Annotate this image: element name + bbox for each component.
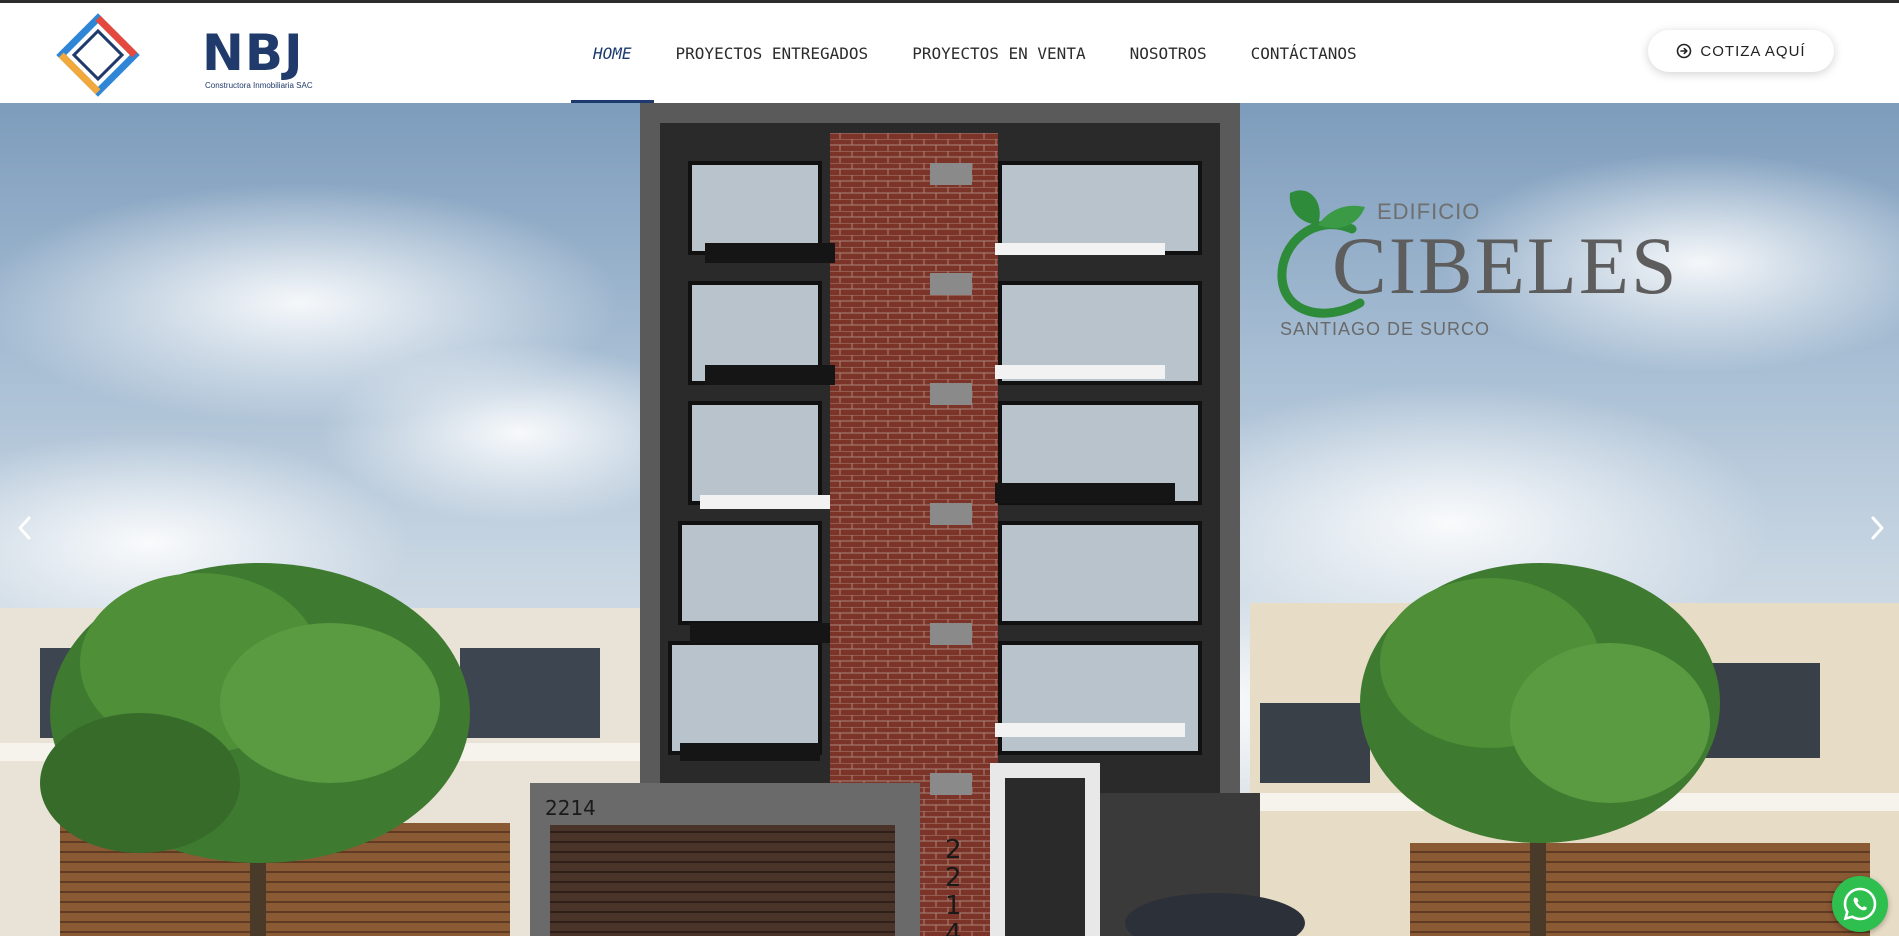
nav-nosotros[interactable]: NOSOTROS [1108,3,1229,103]
chevron-left-icon [18,516,31,540]
brand-name-text: CIBELES [1332,220,1679,311]
building-number-vertical-digit: 2 [945,863,962,893]
building-number-vertical-digit: 1 [945,891,962,921]
slider-next-button[interactable] [1862,508,1892,548]
building-number-vertical-digit: 4 [945,919,962,936]
nav-contactanos[interactable]: CONTÁCTANOS [1229,3,1379,103]
nav-home[interactable]: HOME [571,3,654,103]
slider-prev-button[interactable] [10,508,40,548]
logo-tagline: Constructora Inmobiliaria SAC [205,81,313,90]
site-header: NBJ Constructora Inmobiliaria SAC HOME P… [0,3,1899,103]
nav-proyectos-en-venta[interactable]: PROYECTOS EN VENTA [890,3,1107,103]
cibeles-brand: EDIFICIO CIBELES SANTIAGO DE SURCO [1270,173,1677,343]
brand-name: CIBELES [1332,225,1679,307]
main-nav: HOME PROYECTOS ENTREGADOS PROYECTOS EN V… [571,3,1379,103]
brand-district: SANTIAGO DE SURCO [1280,319,1491,339]
cotiza-button-label: COTIZA AQUÍ [1700,42,1806,60]
nbj-logo[interactable]: NBJ Constructora Inmobiliaria SAC [56,13,313,97]
chevron-right-icon [1871,516,1884,540]
nav-proyectos-entregados[interactable]: PROYECTOS ENTREGADOS [654,3,891,103]
circle-arrow-right-icon [1677,43,1692,59]
nbj-logo-mark [56,13,140,97]
building-number-left: 2214 [545,796,596,820]
logo-wordmark: NBJ [202,24,304,82]
cotiza-button[interactable]: COTIZA AQUÍ [1648,30,1834,72]
whatsapp-icon [1843,887,1877,921]
building-number-vertical-digit: 2 [945,835,962,865]
hero-slider: 2214 2214 EDIFICIO CIBELES SANTIAGO DE S… [0,103,1899,936]
whatsapp-button[interactable] [1832,876,1888,932]
